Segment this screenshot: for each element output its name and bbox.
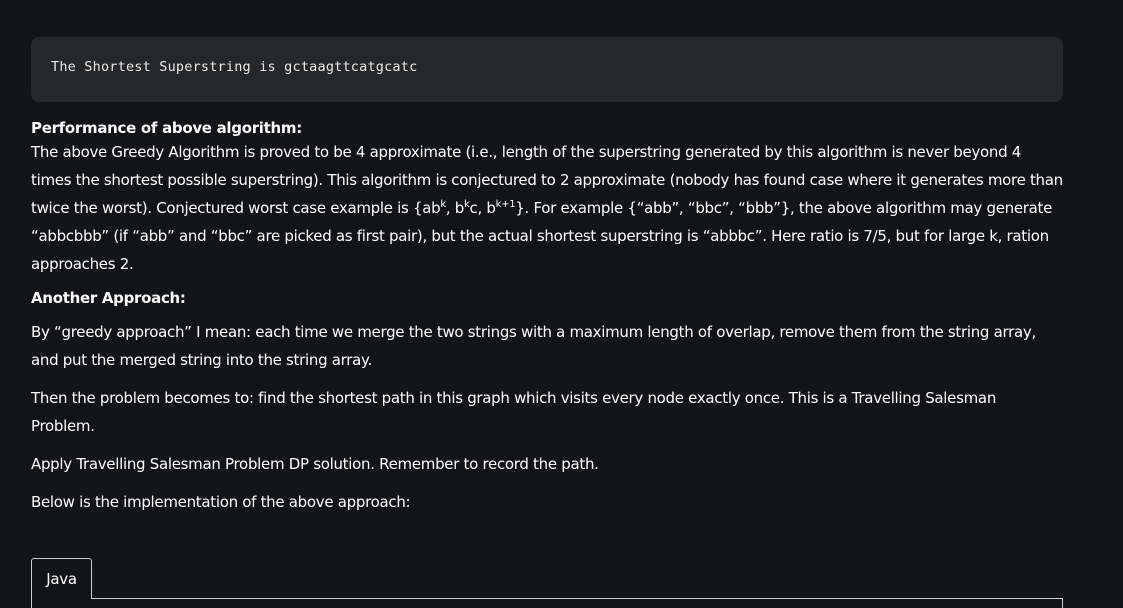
performance-text-part-3: c, b	[469, 199, 496, 217]
performance-heading: Performance of above algorithm:	[31, 119, 302, 137]
approach-paragraph-1: By “greedy approach” I mean: each time w…	[31, 323, 1036, 369]
code-panel-left-border	[31, 598, 32, 608]
output-code-block: The Shortest Superstring is gctaagttcatg…	[31, 37, 1063, 102]
code-language-tabs: Java	[31, 558, 1063, 608]
article-content: The Shortest Superstring is gctaagttcatg…	[31, 37, 1063, 516]
another-approach-heading: Another Approach:	[31, 289, 186, 307]
tab-divider	[31, 598, 1063, 599]
approach-paragraph-4: Below is the implementation of the above…	[31, 493, 411, 511]
performance-text-part-2: , b	[445, 199, 465, 217]
superscript-k-plus-1: k+1	[495, 199, 516, 210]
approach-paragraph-2: Then the problem becomes to: find the sh…	[31, 389, 997, 435]
output-text: The Shortest Superstring is gctaagttcatg…	[51, 59, 418, 75]
performance-paragraph: The above Greedy Algorithm is proved to …	[31, 138, 1063, 278]
tab-java[interactable]: Java	[31, 558, 92, 599]
approach-paragraph-3: Apply Travelling Salesman Problem DP sol…	[31, 455, 599, 473]
code-panel-right-border	[1062, 598, 1063, 608]
